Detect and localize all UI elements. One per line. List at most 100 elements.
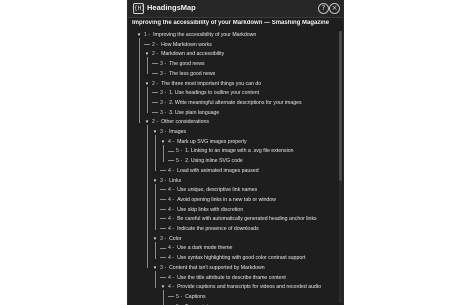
heading-text[interactable]: Use skip links with discretion xyxy=(177,207,243,213)
heading-text[interactable]: Content that isn't supported by Markdown xyxy=(169,265,265,271)
tree-connector xyxy=(168,296,174,298)
heading-item[interactable]: 4 - Load with animated images paused xyxy=(160,167,259,176)
scrollbar-thumb[interactable] xyxy=(339,31,342,181)
heading-level: 3 - xyxy=(160,99,167,106)
heading-item[interactable]: 3 - The good news xyxy=(152,60,205,69)
expand-caret-icon[interactable]: ▾ xyxy=(152,235,158,244)
heading-text[interactable]: The less good news xyxy=(169,71,215,77)
close-button[interactable]: × xyxy=(329,3,340,14)
heading-text[interactable]: Improving the accessibility of your Mark… xyxy=(153,32,256,38)
heading-text[interactable]: 1. Use headings to outline your content xyxy=(169,90,259,96)
tree-guide-line xyxy=(155,270,156,288)
heading-text[interactable]: The three most important things you can … xyxy=(161,81,261,87)
heading-text[interactable]: 2. Write meaningful alternate descriptio… xyxy=(169,100,302,106)
heading-text[interactable]: Use unique, descriptive link names xyxy=(177,187,257,193)
heading-text[interactable]: 2. Using inline SVG code xyxy=(185,158,243,164)
heading-item[interactable]: ▾ 3 - Links xyxy=(152,177,181,186)
heading-text[interactable]: Indicate the presence of downloads xyxy=(177,226,259,232)
expand-caret-icon[interactable]: ▾ xyxy=(144,50,150,59)
tree-connector xyxy=(152,111,158,113)
tree-guide-line xyxy=(147,57,148,75)
heading-level: 3 - xyxy=(160,109,167,116)
heading-item[interactable]: 4 - Avoid opening links in a new tab or w… xyxy=(160,196,276,205)
heading-level: 4 - xyxy=(168,274,175,281)
expand-caret-icon[interactable]: ▾ xyxy=(144,80,150,89)
heading-level: 3 - xyxy=(160,61,167,68)
heading-text[interactable]: 3. Use plain language xyxy=(169,110,219,116)
heading-item[interactable]: 3 -2. Write meaningful alternate descrip… xyxy=(152,99,302,108)
tree-connector xyxy=(152,102,158,104)
heading-item[interactable]: 3 -1. Use headings to outline your conte… xyxy=(152,89,259,98)
heading-level: 4 - xyxy=(168,196,175,203)
heading-text[interactable]: Images xyxy=(169,129,186,135)
expand-caret-icon[interactable]: ▾ xyxy=(152,264,158,273)
tree-connector xyxy=(160,247,166,249)
heading-text[interactable]: Color xyxy=(169,236,181,242)
tree-guide-line xyxy=(139,38,140,123)
heading-text[interactable]: Captions xyxy=(185,294,205,300)
heading-level: 3 - xyxy=(160,129,167,135)
heading-item[interactable]: ▾ 3 - Color xyxy=(152,235,182,244)
heading-text[interactable]: The good news xyxy=(169,61,204,67)
heading-item[interactable]: 4 - Use a dark mode theme xyxy=(160,244,232,253)
scrollbar[interactable] xyxy=(339,31,342,303)
tree-connector xyxy=(168,150,174,152)
heading-text[interactable]: Avoid opening links in a new tab or wind… xyxy=(177,197,276,203)
heading-text[interactable]: Be careful with automatically generated … xyxy=(177,216,317,222)
heading-level: 4 - xyxy=(168,245,175,252)
document-title: Improving the accessibility of your Mark… xyxy=(132,20,330,26)
heading-item[interactable]: 4 - Be careful with automatically generat… xyxy=(160,215,317,224)
heading-item[interactable]: 5 -1. Linking to an image with a .svg fi… xyxy=(168,147,294,156)
heading-item[interactable]: ▾ 4 - Mark up SVG images properly xyxy=(160,138,247,147)
heading-item[interactable]: 5 - Captions xyxy=(168,293,206,302)
heading-text[interactable]: Use a dark mode theme xyxy=(177,245,232,251)
heading-level: 4 - xyxy=(168,206,175,213)
heading-item[interactable]: ▾ 4 - Provide captions and transcripts for… xyxy=(160,283,321,292)
heading-item[interactable]: ▾ 2 - The three most important things you … xyxy=(144,80,261,89)
tree-guide-line xyxy=(147,125,148,269)
expand-caret-icon[interactable]: ▾ xyxy=(160,138,166,147)
heading-text[interactable]: How Markdown works xyxy=(161,42,212,48)
heading-level: 1 - xyxy=(144,32,151,38)
heading-text[interactable]: Provide captions and transcripts for vid… xyxy=(177,284,321,290)
expand-caret-icon[interactable]: ▾ xyxy=(144,118,150,127)
heading-item[interactable]: ▾ 3 - Images xyxy=(152,128,186,137)
tree-connector xyxy=(152,63,158,65)
heading-item[interactable]: ▾ 2 - Markdown and accessibility xyxy=(144,50,224,59)
heading-item[interactable]: 4 - Use syntax highlighting with good col… xyxy=(160,254,305,263)
heading-item[interactable]: 4 - Use the title attribute to describe i… xyxy=(160,274,286,283)
heading-level: 4 - xyxy=(168,167,175,174)
expand-caret-icon[interactable]: ▾ xyxy=(136,31,142,40)
heading-item[interactable]: 3 -3. Use plain language xyxy=(152,109,219,118)
expand-caret-icon[interactable]: ▾ xyxy=(160,283,166,292)
heading-item[interactable]: ▾ 1 - Improving the accessibility of your … xyxy=(136,31,257,40)
heading-text[interactable]: Markdown and accessibility xyxy=(161,51,224,57)
tree-guide-line xyxy=(155,241,156,259)
heading-level: 3 - xyxy=(160,264,167,271)
heading-item[interactable]: 3 - The less good news xyxy=(152,70,215,79)
heading-item[interactable]: ▾ 3 - Content that isn't supported by Mark… xyxy=(152,264,265,273)
heading-level: 4 - xyxy=(168,187,175,194)
headings-tree: ▾ 1 - Improving the accessibility of your … xyxy=(128,31,343,305)
expand-caret-icon[interactable]: ▾ xyxy=(152,177,158,186)
heading-item[interactable]: ▾ 2 - Other considerations xyxy=(144,118,209,127)
expand-caret-icon[interactable]: ▾ xyxy=(152,128,158,137)
tree-connector xyxy=(160,199,166,201)
heading-text[interactable]: Load with animated images paused xyxy=(177,168,259,174)
tree-connector xyxy=(160,228,166,230)
heading-text[interactable]: Use syntax highlighting with good color … xyxy=(177,255,305,261)
heading-text[interactable]: Use the title attribute to describe ifra… xyxy=(177,275,286,281)
heading-level: 3 - xyxy=(160,70,167,77)
heading-text[interactable]: Mark up SVG images properly xyxy=(177,139,246,145)
heading-text[interactable]: Links xyxy=(169,178,181,184)
tree-guide-line xyxy=(155,183,156,230)
heading-text[interactable]: Other considerations xyxy=(161,119,209,125)
help-button[interactable]: ? xyxy=(318,3,329,14)
headingsmap-panel: {H} HeadingsMap ? × Improving the access… xyxy=(127,0,344,305)
heading-item[interactable]: 2 - How Markdown works xyxy=(144,41,212,50)
heading-item[interactable]: 4 - Indicate the presence of downloads xyxy=(160,225,259,234)
heading-item[interactable]: 5 -2. Using inline SVG code xyxy=(168,157,243,166)
heading-item[interactable]: 4 - Use skip links with discretion xyxy=(160,206,243,215)
heading-item[interactable]: 4 - Use unique, descriptive link names xyxy=(160,186,257,195)
heading-text[interactable]: 1. Linking to an image with a .svg file … xyxy=(185,148,293,154)
